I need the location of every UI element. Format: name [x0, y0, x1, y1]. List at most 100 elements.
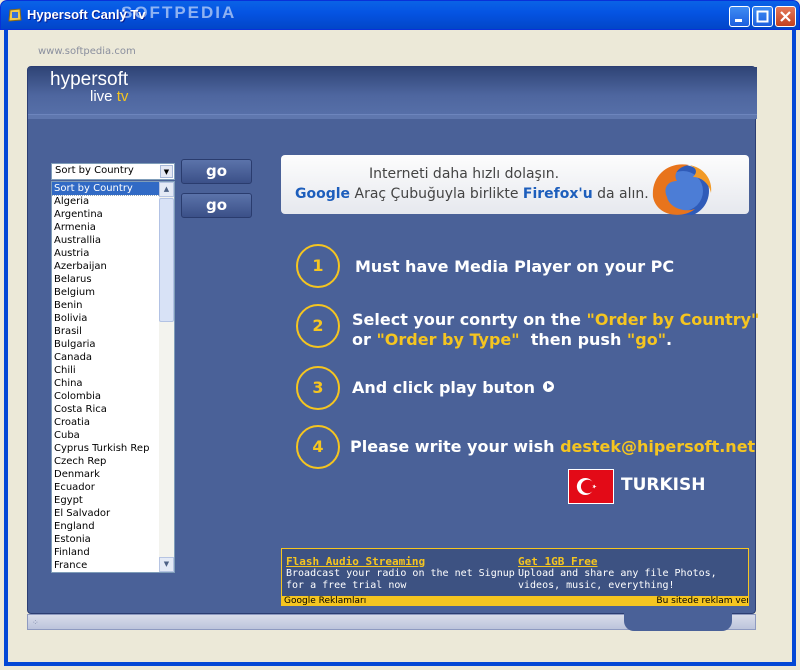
- list-item[interactable]: Canada: [52, 351, 160, 364]
- order-by-country-text: "Order by Country": [586, 310, 760, 329]
- google-text: Google: [295, 186, 351, 202]
- ads-footer: Google Reklamları Bu sitede reklam ver: [282, 596, 748, 605]
- google-ads-link[interactable]: Google Reklamları: [284, 596, 366, 605]
- app-icon: [8, 8, 22, 22]
- firefox-banner[interactable]: Interneti daha hızlı dolaşın. Google Ara…: [281, 155, 749, 215]
- scroll-up-icon[interactable]: ▲: [159, 182, 174, 197]
- minimize-button[interactable]: [729, 6, 750, 27]
- list-item[interactable]: Bulgaria: [52, 338, 160, 351]
- step-1-circle: 1: [296, 244, 340, 288]
- turkish-flag-icon[interactable]: [568, 469, 614, 504]
- list-item[interactable]: Cyprus Turkish Rep: [52, 442, 160, 455]
- step-3-label: And click play buton: [352, 378, 536, 397]
- maximize-icon: [756, 10, 769, 23]
- list-item[interactable]: Cuba: [52, 429, 160, 442]
- title-bar[interactable]: Hypersoft Canlý Tv SOFTPEDIA: [0, 0, 800, 30]
- list-item[interactable]: Azerbaijan: [52, 260, 160, 273]
- country-list[interactable]: Sort by Country Algeria Argentina Armenia Au…: [51, 181, 175, 573]
- logo-live-tv: live tv: [90, 88, 128, 105]
- watermark-site: www.softpedia.com: [38, 46, 136, 57]
- watermark-text: SOFTPEDIA: [121, 3, 237, 22]
- go-button-type[interactable]: go: [181, 193, 252, 218]
- list-item[interactable]: Belarus: [52, 273, 160, 286]
- list-item[interactable]: Brasil: [52, 325, 160, 338]
- country-list-items: Sort by Country Algeria Argentina Armenia Au…: [52, 182, 161, 572]
- step-4-label: Please write your wish: [350, 437, 561, 456]
- language-label[interactable]: TURKISH: [621, 475, 705, 495]
- firefox-banner-line1: Interneti daha hızlı dolaşın.: [369, 166, 560, 182]
- google-ads-box: Flash Audio Streaming Broadcast your rad…: [281, 548, 749, 606]
- list-item[interactable]: Sort by Country: [52, 182, 161, 196]
- header-divider: [28, 115, 757, 119]
- chevron-down-icon[interactable]: ▼: [160, 165, 173, 178]
- list-item[interactable]: Croatia: [52, 416, 160, 429]
- scroll-thumb[interactable]: [159, 198, 174, 322]
- go-text: "go": [626, 330, 667, 349]
- list-item[interactable]: Finland: [52, 546, 160, 559]
- close-icon: [780, 11, 791, 22]
- ad-2-line1: Upload and share any file Photos,: [518, 568, 717, 579]
- list-item[interactable]: France: [52, 559, 160, 572]
- list-item[interactable]: Ecuador: [52, 481, 160, 494]
- list-item[interactable]: Czech Rep: [52, 455, 160, 468]
- list-item[interactable]: Australlia: [52, 234, 160, 247]
- maximize-button[interactable]: [752, 6, 773, 27]
- list-item[interactable]: Chili: [52, 364, 160, 377]
- firefox-text: Firefox'u: [522, 186, 593, 202]
- ad-1-title[interactable]: Flash Audio Streaming: [286, 555, 425, 568]
- list-item[interactable]: Denmark: [52, 468, 160, 481]
- list-item[interactable]: England: [52, 520, 160, 533]
- list-item[interactable]: Algeria: [52, 195, 160, 208]
- firefox-banner-mid: Araç Çubuğuyla birlikte: [350, 186, 523, 202]
- step-2-text-line1: Select your conrty on the "Order by Coun…: [352, 310, 759, 329]
- step-2-part-a: Select your conrty on the: [352, 310, 587, 329]
- list-item[interactable]: Colombia: [52, 390, 160, 403]
- minimize-icon: [735, 19, 742, 22]
- step-2-part-c: or: [352, 330, 377, 349]
- list-item[interactable]: Austria: [52, 247, 160, 260]
- step-4-circle: 4: [296, 425, 340, 469]
- step-2-circle: 2: [296, 304, 340, 348]
- logo-live: live: [90, 88, 113, 105]
- list-item[interactable]: Egypt: [52, 494, 160, 507]
- advertise-link[interactable]: Bu sitede reklam ver: [656, 596, 748, 605]
- footer-tab: [624, 609, 732, 631]
- firefox-icon: [652, 164, 712, 215]
- step-3-text: And click play buton: [352, 378, 555, 397]
- step-4-text: Please write your wish destek@hipersoft.…: [350, 437, 755, 456]
- list-item[interactable]: Benin: [52, 299, 160, 312]
- step-2-part-e: then push: [519, 330, 627, 349]
- ad-1-line2: for a free trial now: [286, 580, 407, 591]
- ad-2-title[interactable]: Get 1GB Free: [518, 555, 597, 568]
- play-icon: [543, 381, 555, 392]
- list-item[interactable]: Armenia: [52, 221, 160, 234]
- ad-1-line1: Broadcast your radio on the net Signup: [286, 568, 515, 579]
- ad-2-line2: videos, music, everything!: [518, 580, 675, 591]
- list-item[interactable]: China: [52, 377, 160, 390]
- step-3-circle: 3: [296, 366, 340, 410]
- close-button[interactable]: [775, 6, 796, 27]
- go-button-country[interactable]: go: [181, 159, 252, 184]
- ad-2-description: Upload and share any file Photos, videos,…: [518, 568, 717, 592]
- firefox-banner-end: da alın.: [592, 186, 649, 202]
- list-item[interactable]: Argentina: [52, 208, 160, 221]
- list-item[interactable]: Belgium: [52, 286, 160, 299]
- firefox-banner-line2: Google Araç Çubuğuyla birlikte Firefox'u…: [295, 186, 649, 202]
- list-scrollbar[interactable]: ▲ ▼: [159, 182, 174, 572]
- app-window: Hypersoft Canlý Tv SOFTPEDIA www.softped…: [0, 0, 800, 670]
- support-email-link[interactable]: destek@hipersoft.net: [560, 437, 755, 456]
- logo-tv: tv: [116, 88, 129, 105]
- resize-grip-icon[interactable]: ⁘: [32, 618, 42, 628]
- sort-dropdown[interactable]: Sort by Country ▼: [51, 163, 175, 180]
- scroll-down-icon[interactable]: ▼: [159, 557, 174, 572]
- list-item[interactable]: El Salvador: [52, 507, 160, 520]
- sort-dropdown-value: Sort by Country: [55, 165, 134, 176]
- list-item[interactable]: Estonia: [52, 533, 160, 546]
- list-item[interactable]: Costa Rica: [52, 403, 160, 416]
- list-item[interactable]: Bolivia: [52, 312, 160, 325]
- ad-1-description: Broadcast your radio on the net Signup fo…: [286, 568, 515, 592]
- order-by-type-text: "Order by Type": [376, 330, 520, 349]
- step-1-text: Must have Media Player on your PC: [355, 257, 675, 276]
- header-bar: hypersoft live tv: [28, 67, 757, 115]
- step-2-text-line2: or "Order by Type" then push "go".: [352, 330, 672, 349]
